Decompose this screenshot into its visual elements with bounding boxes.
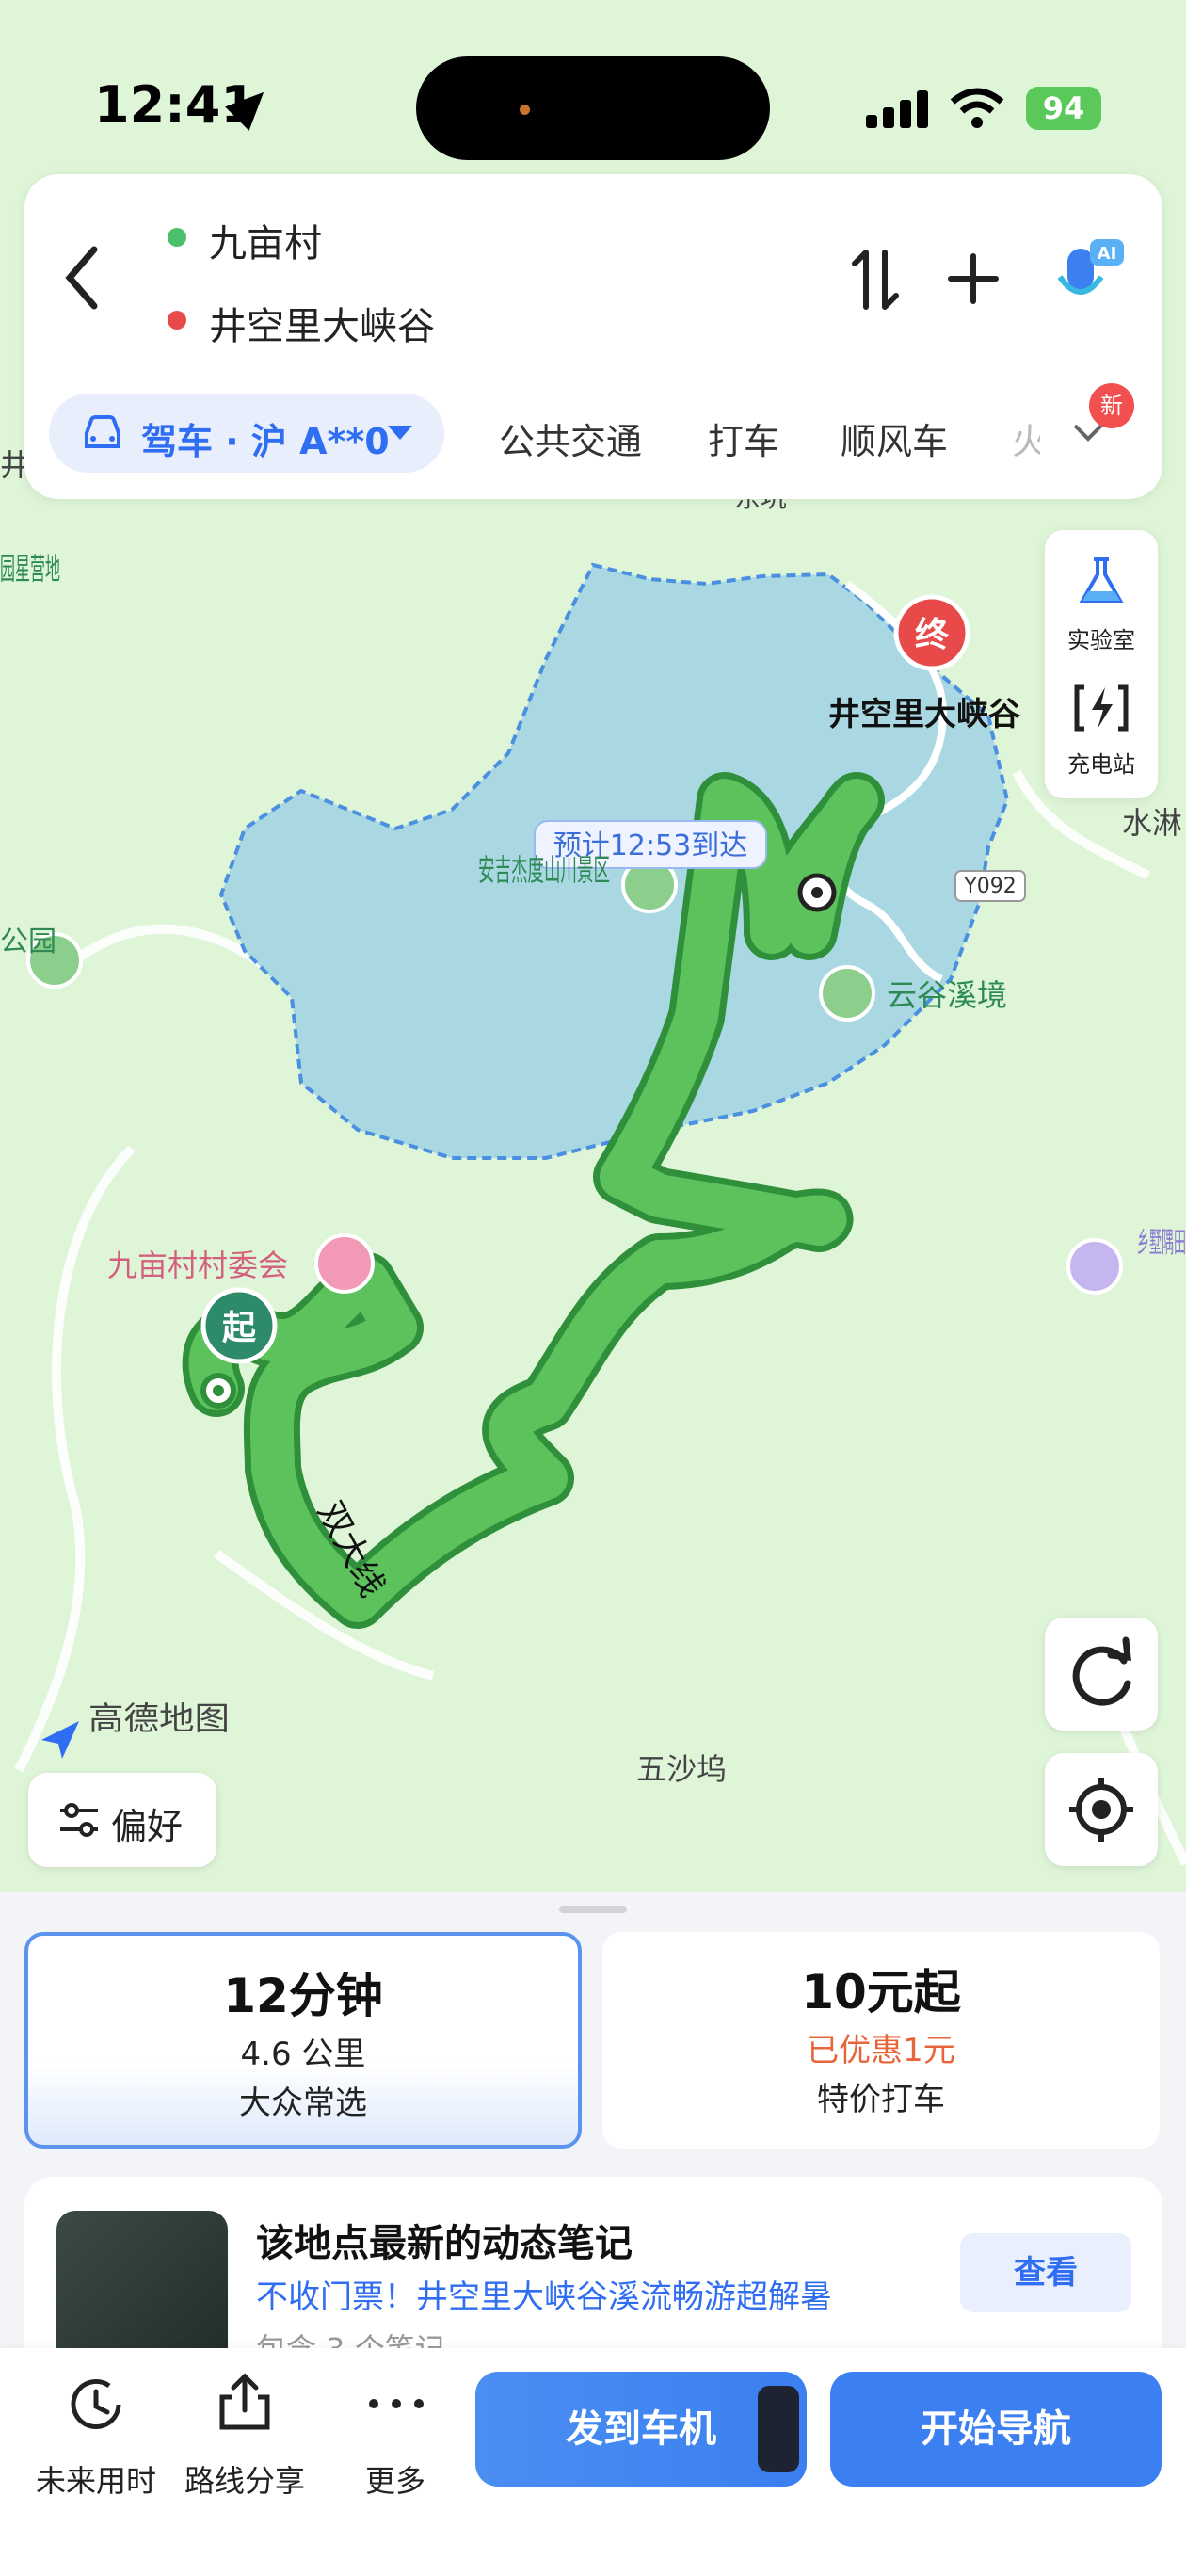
shuilin-label: 水淋 [1122,805,1182,841]
tab-train[interactable]: 火 [1012,412,1040,464]
road-code-label: Y092 [963,875,1016,898]
origin-field[interactable]: 九亩村 [209,213,322,267]
option-distance: 4.6 公里 [240,2036,366,2073]
dest-label: 井空里大峡谷 [828,696,1020,733]
origin-dot [168,228,186,247]
option-time: 12分钟 [223,1969,383,2023]
signal-icon [866,90,932,128]
charging-icon[interactable] [1073,682,1130,734]
xiangshi-label: 乡墅隅田 [1137,1227,1186,1260]
scenic-poi-label: 安吉杰度山川景区 [478,852,610,888]
future-time-label[interactable]: 未来用时 [21,2457,171,2501]
flask-icon[interactable] [1075,555,1128,608]
drive-mode-label: 驾车 · 沪 A**0 [141,421,390,462]
more-icon[interactable] [369,2399,425,2410]
cloud-poi-icon[interactable] [819,965,875,1022]
refresh-icon [1072,1636,1131,1706]
lab-label[interactable]: 实验室 [1045,621,1158,654]
status-bar: 12:41 94 [0,0,1186,160]
sheet-handle[interactable] [559,1906,627,1913]
start-marker-label: 起 [222,1309,257,1347]
village-poi-icon[interactable] [314,1233,375,1294]
share-icon[interactable] [213,2371,277,2435]
sliders-icon [60,1803,98,1837]
dynamic-island [416,56,770,160]
preference-button[interactable]: 偏好 [28,1773,216,1867]
village-poi-label: 九亩村村委会 [107,1248,288,1283]
refresh-button[interactable] [1045,1618,1158,1731]
cloud-poi-label: 云谷溪境 [887,977,1007,1013]
route-option-taxi[interactable]: 10元起 已优惠1元 特价打车 [602,1932,1160,2149]
brand-label: 高德地图 [88,1700,230,1738]
new-badge: 新 [1089,383,1134,428]
notes-view-button[interactable]: 查看 [960,2233,1131,2312]
more-label[interactable]: 更多 [320,2457,471,2501]
mode-dropdown-icon [388,426,412,440]
locate-icon [1069,1778,1133,1842]
taxi-type: 特价打车 [817,2081,945,2118]
share-route-label[interactable]: 路线分享 [169,2457,320,2501]
back-icon[interactable] [56,240,113,315]
clock-icon[interactable] [64,2373,128,2437]
svg-text:AI: AI [1098,244,1117,264]
taxi-discount: 已优惠1元 [807,2032,955,2069]
tab-taxi[interactable]: 打车 [708,412,779,464]
charging-label[interactable]: 充电站 [1045,746,1158,779]
camera-dot [520,105,530,115]
end-marker-label: 终 [915,616,950,654]
locate-button[interactable] [1045,1753,1158,1866]
battery-indicator: 94 [1026,87,1101,130]
wifi-icon [950,88,1004,128]
left-label-2: 公园 [0,926,56,958]
route-option-drive[interactable]: 12分钟 4.6 公里 大众常选 [24,1932,582,2149]
destination-dot [168,311,186,330]
notes-title: 该地点最新的动态笔记 [256,2222,633,2265]
start-navigation-button[interactable]: 开始导航 [830,2372,1162,2487]
taxi-price: 10元起 [801,1965,961,2020]
swap-icon[interactable] [849,247,902,313]
destination-field[interactable]: 井空里大峡谷 [209,296,435,350]
option-tag: 大众常选 [239,2085,367,2122]
preference-label: 偏好 [111,1806,184,1847]
wushawu-label: 五沙坞 [636,1751,727,1787]
yuanxing-label: 园星营地 [0,551,60,587]
notes-subtitle: 不收门票！井空里大峡谷溪流畅游超解暑 [256,2278,832,2316]
add-stop-icon[interactable] [945,250,1002,307]
ai-voice-icon[interactable]: AI [1052,235,1128,314]
tab-carpool[interactable]: 顺风车 [841,412,948,464]
tab-public-transit[interactable]: 公共交通 [499,412,642,464]
car-screen-icon [758,2386,799,2472]
hotel-poi-icon[interactable] [1066,1238,1123,1295]
car-icon [85,415,120,448]
